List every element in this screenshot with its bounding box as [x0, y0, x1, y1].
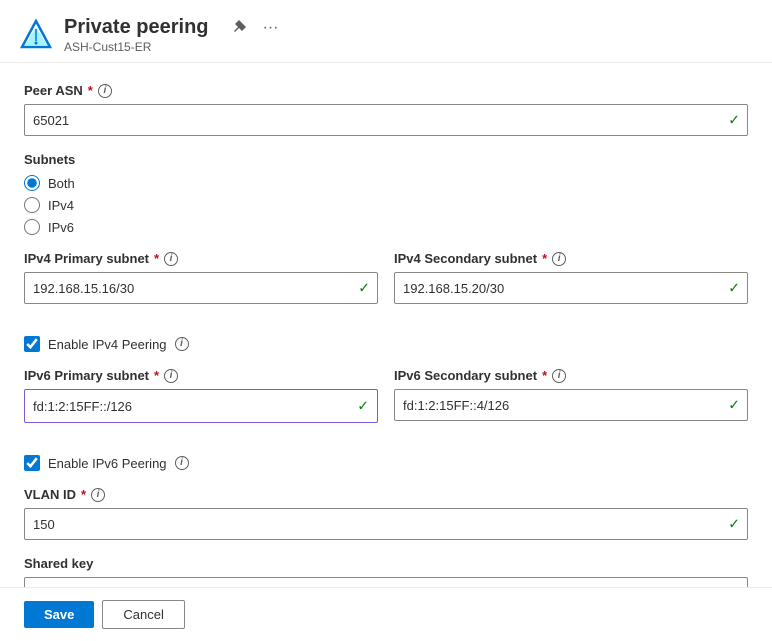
peer-asn-required: * [88, 83, 93, 98]
ipv4-secondary-valid-icon: ✓ [728, 280, 740, 297]
subnet-ipv6-label: IPv6 [48, 220, 74, 235]
header-text: Private peering ··· ASH-Cust15-ER [64, 16, 283, 54]
peer-asn-label: Peer ASN * i [24, 83, 748, 98]
header-title-row: Private peering ··· [64, 16, 283, 39]
shared-key-group: Shared key [24, 556, 748, 587]
ipv6-secondary-group: IPv6 Secondary subnet * i ✓ [394, 368, 748, 423]
subnets-radio-group: Both IPv4 IPv6 [24, 175, 748, 235]
subnet-ipv4-label: IPv4 [48, 198, 74, 213]
form-content: Peer ASN * i ✓ Subnets Both IPv4 [0, 63, 772, 587]
vlan-id-info-icon[interactable]: i [91, 488, 105, 502]
expressroute-icon [20, 19, 52, 51]
save-button[interactable]: Save [24, 601, 94, 628]
ipv4-secondary-group: IPv4 Secondary subnet * i ✓ [394, 251, 748, 304]
ipv6-secondary-info-icon[interactable]: i [552, 369, 566, 383]
footer: Save Cancel [0, 587, 772, 641]
vlan-id-required: * [81, 487, 86, 502]
subnets-group: Subnets Both IPv4 IPv6 [24, 152, 748, 235]
enable-ipv6-peering-label[interactable]: Enable IPv6 Peering [48, 456, 167, 471]
ipv4-secondary-input[interactable] [394, 272, 748, 304]
subnet-both-radio[interactable] [24, 175, 40, 191]
subnet-ipv6-radio[interactable] [24, 219, 40, 235]
ipv6-secondary-label: IPv6 Secondary subnet * i [394, 368, 748, 383]
more-options-button[interactable]: ··· [259, 17, 283, 39]
subnet-ipv4-radio[interactable] [24, 197, 40, 213]
subnets-label: Subnets [24, 152, 748, 167]
header: Private peering ··· ASH-Cust15-ER [0, 0, 772, 63]
enable-ipv4-peering-row: Enable IPv4 Peering i [24, 336, 748, 352]
pin-button[interactable] [227, 18, 251, 38]
enable-ipv4-peering-info-icon[interactable]: i [175, 337, 189, 351]
vlan-id-group: VLAN ID * i ✓ [24, 487, 748, 540]
ipv4-subnet-row: IPv4 Primary subnet * i ✓ IPv4 Secondary… [24, 251, 748, 320]
ipv4-primary-valid-icon: ✓ [358, 280, 370, 297]
shared-key-label: Shared key [24, 556, 748, 571]
enable-ipv4-peering-checkbox[interactable] [24, 336, 40, 352]
ipv4-secondary-required: * [542, 251, 547, 266]
header-subtitle: ASH-Cust15-ER [64, 40, 283, 54]
ipv6-secondary-valid-icon: ✓ [728, 397, 740, 414]
ipv6-primary-label: IPv6 Primary subnet * i [24, 368, 378, 383]
subnet-ipv4-option[interactable]: IPv4 [24, 197, 748, 213]
ipv4-secondary-input-wrapper: ✓ [394, 272, 748, 304]
vlan-id-valid-icon: ✓ [728, 516, 740, 533]
peer-asn-info-icon[interactable]: i [98, 84, 112, 98]
vlan-id-input[interactable] [24, 508, 748, 540]
subnet-both-label: Both [48, 176, 75, 191]
cancel-button[interactable]: Cancel [102, 600, 184, 629]
more-icon: ··· [263, 19, 279, 37]
ipv6-primary-required: * [154, 368, 159, 383]
ipv4-primary-required: * [154, 251, 159, 266]
ipv4-primary-input[interactable] [24, 272, 378, 304]
ipv6-secondary-input-wrapper: ✓ [394, 389, 748, 421]
peer-asn-valid-icon: ✓ [728, 112, 740, 129]
enable-ipv4-peering-label[interactable]: Enable IPv4 Peering [48, 337, 167, 352]
ipv6-primary-valid-icon: ✓ [357, 398, 369, 415]
ipv6-primary-group: IPv6 Primary subnet * i ✓ [24, 368, 378, 423]
ipv6-primary-input[interactable] [25, 390, 377, 422]
enable-ipv6-peering-info-icon[interactable]: i [175, 456, 189, 470]
enable-ipv6-peering-checkbox[interactable] [24, 455, 40, 471]
vlan-id-label: VLAN ID * i [24, 487, 748, 502]
enable-ipv6-peering-row: Enable IPv6 Peering i [24, 455, 748, 471]
ipv6-primary-info-icon[interactable]: i [164, 369, 178, 383]
page-container: Private peering ··· ASH-Cust15-ER [0, 0, 772, 641]
peer-asn-input-wrapper: ✓ [24, 104, 748, 136]
ipv6-secondary-input[interactable] [394, 389, 748, 421]
shared-key-input[interactable] [24, 577, 748, 587]
ipv6-primary-input-wrapper: ✓ [24, 389, 378, 423]
subnet-ipv6-option[interactable]: IPv6 [24, 219, 748, 235]
peer-asn-input[interactable] [24, 104, 748, 136]
ipv4-primary-input-wrapper: ✓ [24, 272, 378, 304]
shared-key-input-wrapper [24, 577, 748, 587]
ipv4-secondary-info-icon[interactable]: i [552, 252, 566, 266]
ipv4-primary-label: IPv4 Primary subnet * i [24, 251, 378, 266]
subnet-both-option[interactable]: Both [24, 175, 748, 191]
header-actions: ··· [227, 17, 283, 39]
ipv4-secondary-label: IPv4 Secondary subnet * i [394, 251, 748, 266]
ipv6-secondary-required: * [542, 368, 547, 383]
ipv4-primary-info-icon[interactable]: i [164, 252, 178, 266]
ipv4-primary-group: IPv4 Primary subnet * i ✓ [24, 251, 378, 304]
ipv6-subnet-row: IPv6 Primary subnet * i ✓ IPv6 Secondary… [24, 368, 748, 439]
page-title: Private peering [64, 16, 209, 39]
vlan-id-input-wrapper: ✓ [24, 508, 748, 540]
peer-asn-group: Peer ASN * i ✓ [24, 83, 748, 136]
